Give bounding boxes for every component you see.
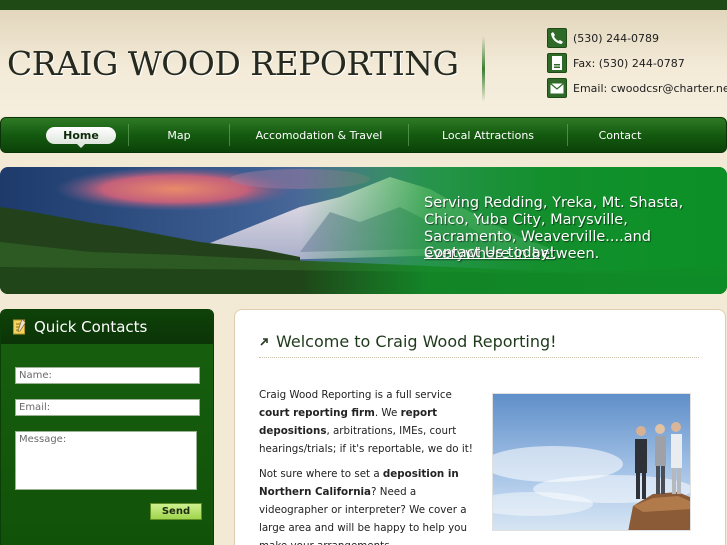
deposition-paragraph: Not sure where to set a deposition in No… — [259, 465, 485, 545]
title-divider — [259, 357, 699, 358]
fax-icon — [547, 53, 567, 73]
welcome-content: Welcome to Craig Wood Reporting! Craig W… — [234, 309, 726, 545]
header: CRAIG WOOD REPORTING (530) 244-0789 Fax:… — [0, 10, 727, 116]
text-run: . We — [374, 407, 401, 419]
page-title: Welcome to Craig Wood Reporting! — [276, 332, 557, 351]
email-row: Email: cwoodcsr@charter.net — [547, 78, 727, 98]
quick-contacts-header: Quick Contacts — [1, 310, 213, 344]
business-team-photo — [492, 393, 691, 531]
contact-us-link[interactable]: Contact Us today! — [424, 245, 555, 261]
main-nav: Home Map Accomodation & Travel Local Att… — [0, 117, 727, 153]
header-divider — [482, 36, 485, 102]
message-textarea[interactable]: Message: — [15, 431, 197, 490]
welcome-heading: Welcome to Craig Wood Reporting! — [259, 332, 557, 351]
nav-accomodation-travel[interactable]: Accomodation & Travel — [230, 118, 408, 152]
nav-home[interactable]: Home — [46, 127, 116, 148]
bold-phrase: court reporting firm — [259, 407, 375, 419]
nav-contact[interactable]: Contact — [568, 118, 672, 152]
text-run: Craig Wood Reporting is a full service — [259, 389, 452, 401]
quick-contacts-title: Quick Contacts — [34, 318, 148, 336]
arrow-icon — [260, 338, 268, 346]
quick-contacts-panel: Quick Contacts Name: Email: Message: Sen… — [0, 309, 214, 545]
nav-map[interactable]: Map — [129, 118, 229, 152]
envelope-icon — [547, 78, 567, 98]
nav-local-attractions[interactable]: Local Attractions — [409, 118, 567, 152]
fax-row: Fax: (530) 244-0787 — [547, 53, 685, 73]
email-input[interactable]: Email: — [15, 399, 200, 416]
text-run: Not sure where to set a — [259, 468, 383, 480]
site-logo[interactable]: CRAIG WOOD REPORTING — [7, 44, 459, 83]
phone-number: (530) 244-0789 — [573, 31, 660, 45]
phone-icon — [547, 28, 567, 48]
intro-paragraph: Craig Wood Reporting is a full service c… — [259, 386, 485, 458]
top-strip — [0, 0, 727, 10]
hero-banner: Serving Redding, Yreka, Mt. Shasta, Chic… — [0, 167, 727, 294]
name-input[interactable]: Name: — [15, 367, 200, 384]
send-button[interactable]: Send — [150, 503, 202, 520]
email-address[interactable]: Email: cwoodcsr@charter.net — [573, 82, 727, 95]
notepad-icon — [13, 319, 26, 335]
phone-row: (530) 244-0789 — [547, 28, 659, 48]
fax-number: Fax: (530) 244-0787 — [573, 56, 685, 70]
